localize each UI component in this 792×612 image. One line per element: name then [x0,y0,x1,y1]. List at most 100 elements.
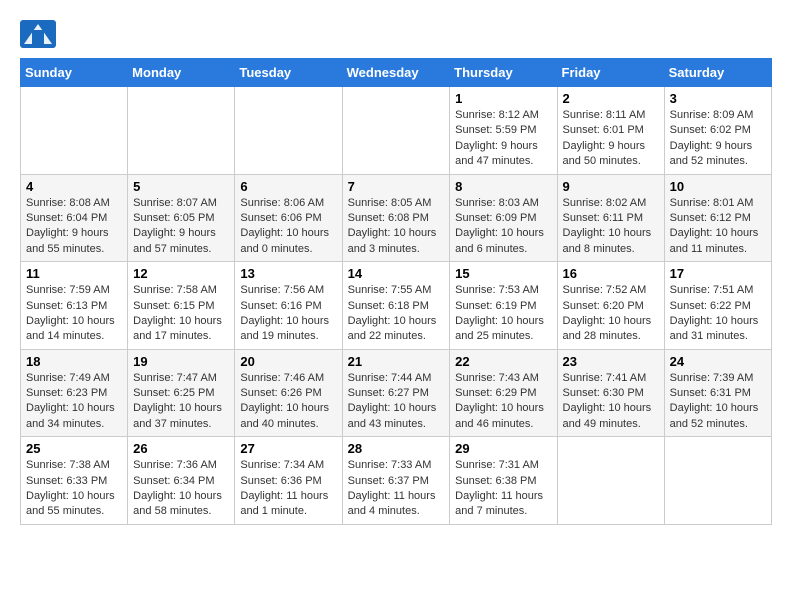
calendar-cell: 12 Sunrise: 7:58 AM Sunset: 6:15 PM Dayli… [128,262,235,350]
header-saturday: Saturday [664,59,771,87]
calendar-cell: 9 Sunrise: 8:02 AM Sunset: 6:11 PM Daylig… [557,174,664,262]
day-number: 26 [133,441,229,456]
day-info: Sunrise: 7:59 AM Sunset: 6:13 PM Dayligh… [26,283,122,345]
calendar-week-row: 1 Sunrise: 8:12 AM Sunset: 5:59 PM Daylig… [21,87,772,175]
calendar-cell: 2Sunrise: 8:11 AM Sunset: 6:01 PM Daylig… [557,87,664,175]
calendar-cell: 24 Sunrise: 7:39 AM Sunset: 6:31 PM Dayli… [664,349,771,437]
calendar-cell: 23Sunrise: 7:41 AM Sunset: 6:30 PM Dayli… [557,349,664,437]
day-info: Sunrise: 8:09 AM Sunset: 6:02 PM Dayligh… [670,108,766,170]
day-number: 11 [26,266,122,281]
day-info: Sunrise: 8:08 AM Sunset: 6:04 PM Dayligh… [26,196,122,258]
day-info: Sunrise: 8:03 AM Sunset: 6:09 PM Dayligh… [455,196,551,258]
calendar-cell: 10 Sunrise: 8:01 AM Sunset: 6:12 PM Dayli… [664,174,771,262]
day-info: Sunrise: 7:52 AM Sunset: 6:20 PM Dayligh… [563,283,659,345]
day-info: Sunrise: 7:53 AM Sunset: 6:19 PM Dayligh… [455,283,551,345]
day-info: Sunrise: 7:58 AM Sunset: 6:15 PM Dayligh… [133,283,229,345]
day-number: 22 [455,354,551,369]
calendar-week-row: 18 Sunrise: 7:49 AM Sunset: 6:23 PM Dayli… [21,349,772,437]
day-info: Sunrise: 8:07 AM Sunset: 6:05 PM Dayligh… [133,196,229,258]
calendar-cell: 4 Sunrise: 8:08 AM Sunset: 6:04 PM Daylig… [21,174,128,262]
header [20,20,772,48]
day-info: Sunrise: 7:39 AM Sunset: 6:31 PM Dayligh… [670,371,766,433]
day-info: Sunrise: 7:46 AM Sunset: 6:26 PM Dayligh… [240,371,336,433]
calendar-cell: 26 Sunrise: 7:36 AM Sunset: 6:34 PM Dayli… [128,437,235,525]
day-info: Sunrise: 8:12 AM Sunset: 5:59 PM Dayligh… [455,108,551,170]
day-info: Sunrise: 7:44 AM Sunset: 6:27 PM Dayligh… [348,371,445,433]
day-number: 25 [26,441,122,456]
calendar-cell [664,437,771,525]
calendar-cell: 20 Sunrise: 7:46 AM Sunset: 6:26 PM Dayli… [235,349,342,437]
calendar-cell [128,87,235,175]
day-number: 10 [670,179,766,194]
day-number: 29 [455,441,551,456]
day-info: Sunrise: 7:41 AM Sunset: 6:30 PM Dayligh… [563,371,659,433]
header-sunday: Sunday [21,59,128,87]
day-number: 1 [455,91,551,106]
day-number: 16 [563,266,659,281]
calendar-cell: 22 Sunrise: 7:43 AM Sunset: 6:29 PM Dayli… [450,349,557,437]
day-info: Sunrise: 7:51 AM Sunset: 6:22 PM Dayligh… [670,283,766,345]
day-number: 6 [240,179,336,194]
calendar-week-row: 11 Sunrise: 7:59 AM Sunset: 6:13 PM Dayli… [21,262,772,350]
calendar-cell [342,87,450,175]
day-number: 3 [670,91,766,106]
day-info: Sunrise: 7:31 AM Sunset: 6:38 PM Dayligh… [455,458,551,520]
header-friday: Friday [557,59,664,87]
calendar-cell: 27Sunrise: 7:34 AM Sunset: 6:36 PM Dayli… [235,437,342,525]
day-number: 14 [348,266,445,281]
calendar-cell: 15 Sunrise: 7:53 AM Sunset: 6:19 PM Dayli… [450,262,557,350]
day-info: Sunrise: 8:11 AM Sunset: 6:01 PM Dayligh… [563,108,659,170]
day-number: 18 [26,354,122,369]
day-number: 13 [240,266,336,281]
day-info: Sunrise: 8:02 AM Sunset: 6:11 PM Dayligh… [563,196,659,258]
header-wednesday: Wednesday [342,59,450,87]
day-number: 20 [240,354,336,369]
day-number: 28 [348,441,445,456]
calendar-cell: 7Sunrise: 8:05 AM Sunset: 6:08 PM Daylig… [342,174,450,262]
calendar-cell: 28 Sunrise: 7:33 AM Sunset: 6:37 PM Dayli… [342,437,450,525]
day-number: 8 [455,179,551,194]
day-number: 17 [670,266,766,281]
day-info: Sunrise: 8:05 AM Sunset: 6:08 PM Dayligh… [348,196,445,258]
logo [20,20,60,48]
day-number: 9 [563,179,659,194]
calendar-cell: 29 Sunrise: 7:31 AM Sunset: 6:38 PM Dayli… [450,437,557,525]
calendar-cell: 13 Sunrise: 7:56 AM Sunset: 6:16 PM Dayli… [235,262,342,350]
day-number: 19 [133,354,229,369]
day-info: Sunrise: 8:06 AM Sunset: 6:06 PM Dayligh… [240,196,336,258]
calendar-cell: 5 Sunrise: 8:07 AM Sunset: 6:05 PM Daylig… [128,174,235,262]
day-number: 15 [455,266,551,281]
day-info: Sunrise: 7:38 AM Sunset: 6:33 PM Dayligh… [26,458,122,520]
day-info: Sunrise: 7:55 AM Sunset: 6:18 PM Dayligh… [348,283,445,345]
calendar-cell: 25 Sunrise: 7:38 AM Sunset: 6:33 PM Dayli… [21,437,128,525]
day-info: Sunrise: 7:56 AM Sunset: 6:16 PM Dayligh… [240,283,336,345]
calendar-header-row: SundayMondayTuesdayWednesdayThursdayFrid… [21,59,772,87]
calendar-cell: 11 Sunrise: 7:59 AM Sunset: 6:13 PM Dayli… [21,262,128,350]
day-info: Sunrise: 7:33 AM Sunset: 6:37 PM Dayligh… [348,458,445,520]
calendar-cell: 19 Sunrise: 7:47 AM Sunset: 6:25 PM Dayli… [128,349,235,437]
day-number: 24 [670,354,766,369]
logo-icon [20,20,56,48]
calendar-cell: 21 Sunrise: 7:44 AM Sunset: 6:27 PM Dayli… [342,349,450,437]
calendar-cell [235,87,342,175]
day-info: Sunrise: 8:01 AM Sunset: 6:12 PM Dayligh… [670,196,766,258]
calendar-cell: 14 Sunrise: 7:55 AM Sunset: 6:18 PM Dayli… [342,262,450,350]
day-number: 4 [26,179,122,194]
calendar-cell: 3 Sunrise: 8:09 AM Sunset: 6:02 PM Daylig… [664,87,771,175]
day-number: 21 [348,354,445,369]
calendar-cell: 8 Sunrise: 8:03 AM Sunset: 6:09 PM Daylig… [450,174,557,262]
day-info: Sunrise: 7:49 AM Sunset: 6:23 PM Dayligh… [26,371,122,433]
calendar-week-row: 4 Sunrise: 8:08 AM Sunset: 6:04 PM Daylig… [21,174,772,262]
calendar-cell: 18 Sunrise: 7:49 AM Sunset: 6:23 PM Dayli… [21,349,128,437]
calendar-cell [21,87,128,175]
day-info: Sunrise: 7:47 AM Sunset: 6:25 PM Dayligh… [133,371,229,433]
day-number: 12 [133,266,229,281]
day-number: 5 [133,179,229,194]
day-info: Sunrise: 7:43 AM Sunset: 6:29 PM Dayligh… [455,371,551,433]
header-tuesday: Tuesday [235,59,342,87]
day-info: Sunrise: 7:36 AM Sunset: 6:34 PM Dayligh… [133,458,229,520]
calendar-cell: 17 Sunrise: 7:51 AM Sunset: 6:22 PM Dayli… [664,262,771,350]
header-monday: Monday [128,59,235,87]
calendar-cell [557,437,664,525]
calendar-week-row: 25 Sunrise: 7:38 AM Sunset: 6:33 PM Dayli… [21,437,772,525]
